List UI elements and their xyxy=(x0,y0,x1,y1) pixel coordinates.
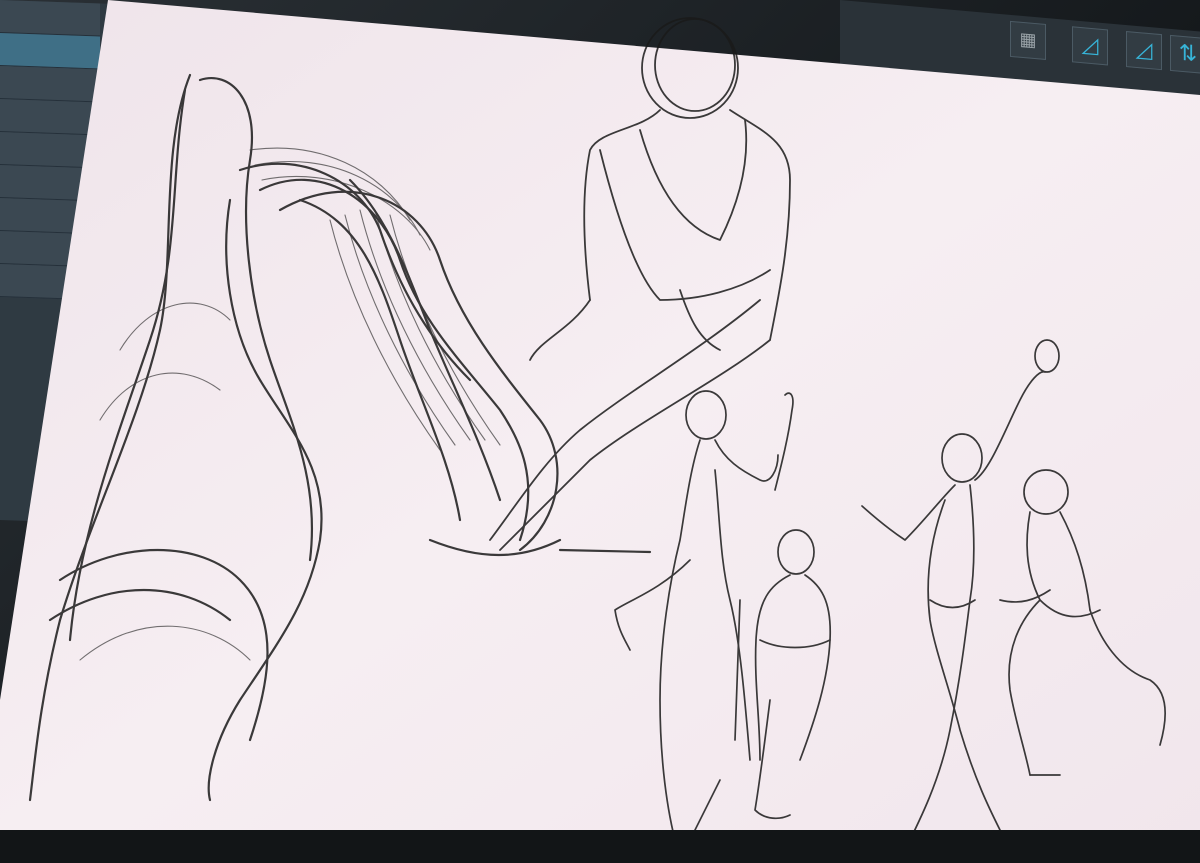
canvas-area[interactable] xyxy=(0,0,1200,863)
bottom-bezel xyxy=(0,830,1200,863)
sketch-canvas[interactable] xyxy=(0,0,1200,863)
